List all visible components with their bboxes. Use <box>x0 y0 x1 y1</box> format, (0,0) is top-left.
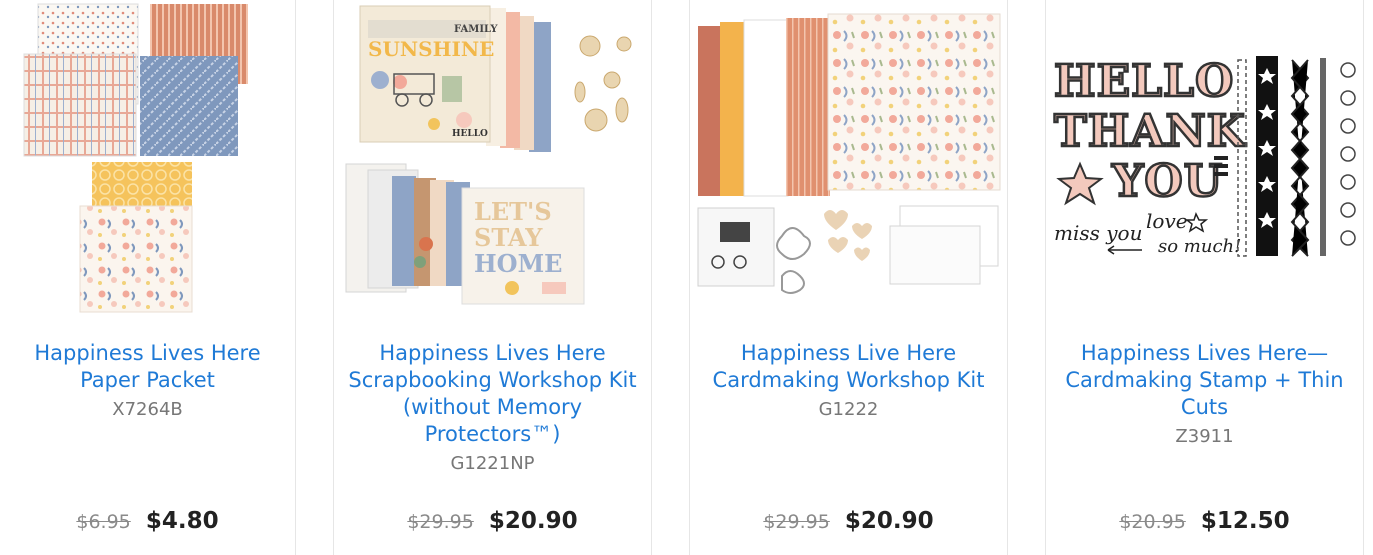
scrapbooking-kit-image[interactable]: FAMILY SUNSHINE HELLO LET'S STAY HOME <box>334 0 651 320</box>
product-title-link[interactable]: Happiness Live Here Cardmaking Workshop … <box>700 340 997 423</box>
product-card[interactable]: Happiness Live Here Cardmaking Workshop … <box>689 0 1008 555</box>
stay-text: STAY <box>474 223 543 252</box>
thank-stamp-text: THANK <box>1054 106 1247 157</box>
original-price: $20.95 <box>1119 511 1186 533</box>
cardmaking-kit-image[interactable] <box>690 0 1007 320</box>
product-title-link[interactable]: Happiness Lives Here Paper Packet X7264B <box>10 340 285 423</box>
product-card[interactable]: FAMILY SUNSHINE HELLO LET'S STAY HOME Ha… <box>333 0 652 555</box>
product-sku: G1222 <box>818 399 879 420</box>
you-stamp-text: YOU <box>1111 156 1223 207</box>
sale-price: $20.90 <box>844 508 934 534</box>
hello-stamp-text: HELLO <box>1054 56 1234 107</box>
sale-price: $12.50 <box>1200 508 1290 534</box>
product-sku: G1221NP <box>450 453 535 474</box>
home-text: HOME <box>474 249 562 278</box>
miss-you-text: miss you <box>1054 221 1142 245</box>
family-text: FAMILY <box>454 24 498 35</box>
so-much-text: so much! <box>1158 236 1241 257</box>
product-title-link[interactable]: Happiness Lives Here—Cardmaking Stamp + … <box>1056 340 1353 450</box>
product-title-link[interactable]: Happiness Lives Here Scrapbooking Worksh… <box>344 340 641 477</box>
sale-price: $20.90 <box>488 508 578 534</box>
price-row: $29.95 $20.90 <box>334 508 651 534</box>
product-grid: Happiness Lives Here Paper Packet X7264B… <box>0 0 1373 555</box>
original-price: $29.95 <box>407 511 474 533</box>
lets-text: LET'S <box>474 197 552 226</box>
original-price: $29.95 <box>763 511 830 533</box>
hello-small-text: HELLO <box>452 129 488 139</box>
product-card[interactable]: HELLO THANK YOU miss you love so much! H… <box>1045 0 1364 555</box>
sale-price: $4.80 <box>145 508 219 534</box>
price-row: $20.95 $12.50 <box>1046 508 1363 534</box>
paper-packet-image[interactable] <box>0 0 295 320</box>
original-price: $6.95 <box>76 511 131 533</box>
sunshine-text: SUNSHINE <box>368 37 494 61</box>
product-sku: X7264B <box>112 399 183 420</box>
product-card[interactable]: Happiness Lives Here Paper Packet X7264B… <box>0 0 296 555</box>
price-row: $6.95 $4.80 <box>0 508 295 534</box>
price-row: $29.95 $20.90 <box>690 508 1007 534</box>
stamp-set-image[interactable]: HELLO THANK YOU miss you love so much! <box>1046 0 1363 320</box>
love-text: love <box>1146 209 1188 233</box>
product-sku: Z3911 <box>1175 426 1234 447</box>
